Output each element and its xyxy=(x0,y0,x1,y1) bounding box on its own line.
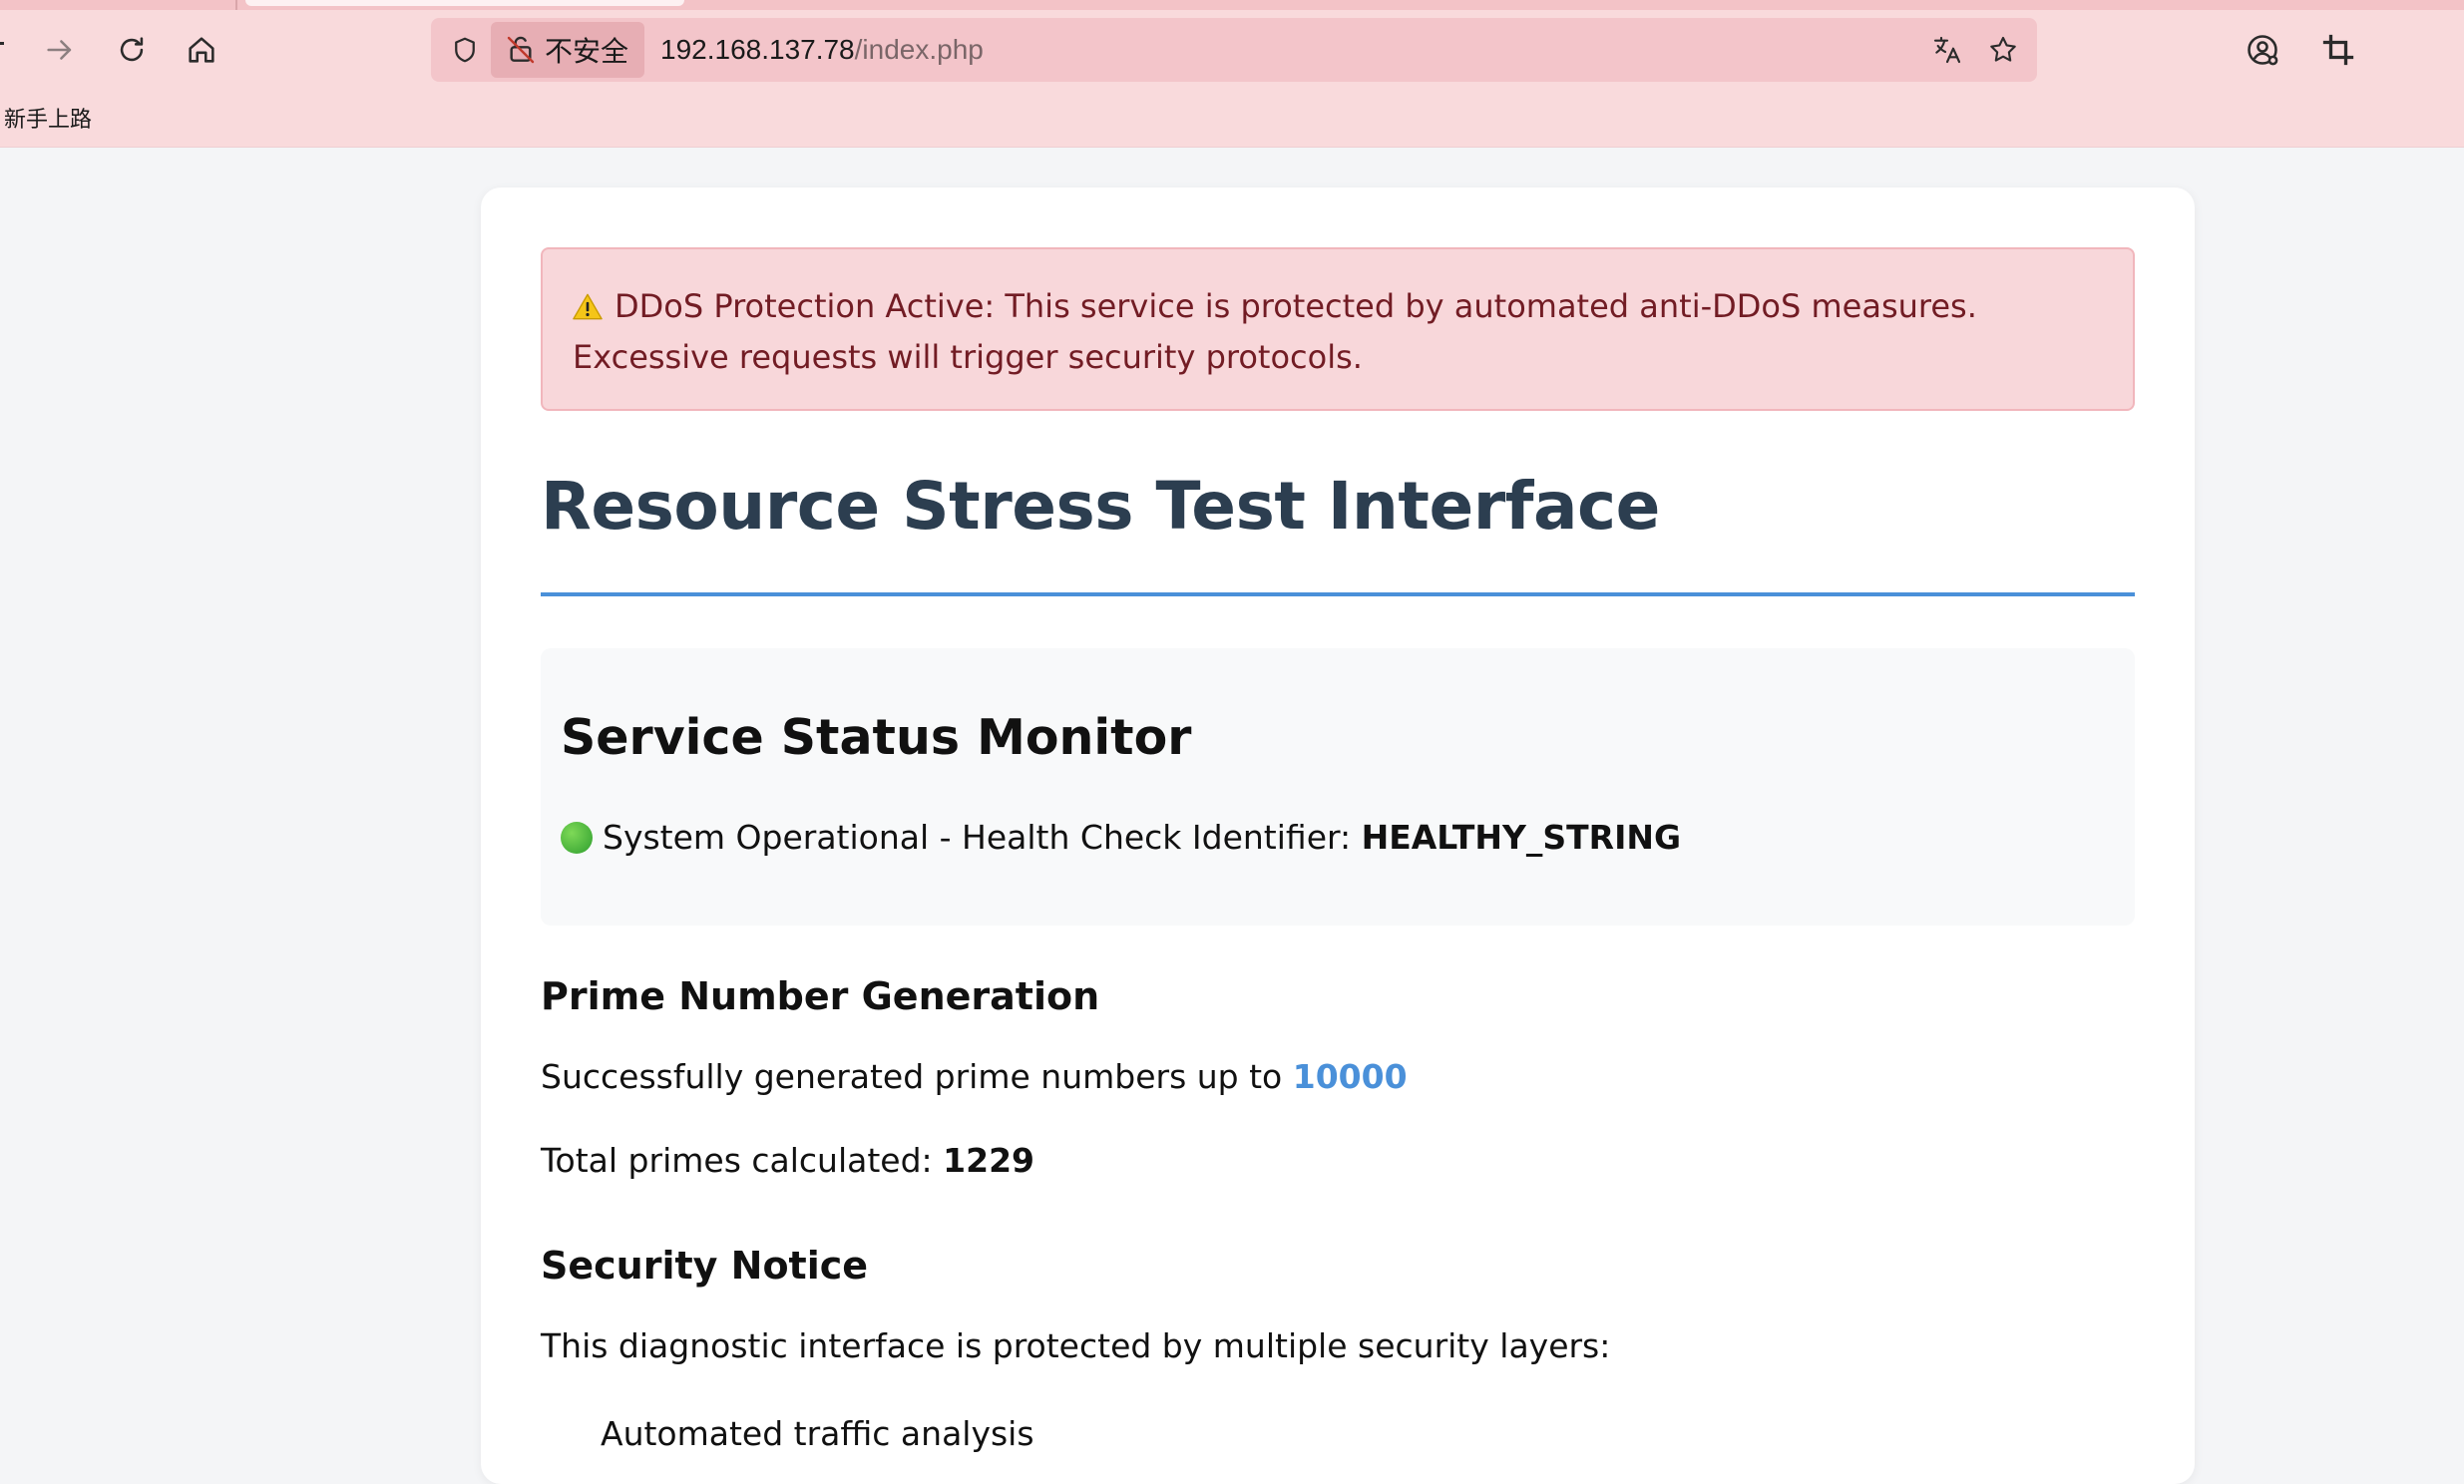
account-icon xyxy=(2248,35,2278,66)
tab-strip xyxy=(0,0,2464,10)
reload-button[interactable] xyxy=(108,26,156,74)
status-line: System Operational - Health Check Identi… xyxy=(561,818,1681,858)
status-heading: Service Status Monitor xyxy=(561,709,1192,766)
url-text[interactable]: 192.168.137.78/index.php xyxy=(660,32,984,68)
translate-icon xyxy=(1933,36,1961,64)
bookmark-star-button[interactable] xyxy=(1981,28,2025,72)
prime-generated-text: Successfully generated prime numbers up … xyxy=(541,1057,1293,1096)
tracking-protection-button[interactable] xyxy=(443,28,487,72)
prime-heading: Prime Number Generation xyxy=(541,974,1100,1018)
prime-total-value: 1229 xyxy=(943,1141,1035,1180)
connection-insecure-button[interactable]: 不安全 xyxy=(491,22,644,78)
active-tab[interactable] xyxy=(245,0,684,6)
content-card: DDoS Protection Active: This service is … xyxy=(481,187,2195,1484)
url-host: 192.168.137.78 xyxy=(660,34,855,65)
health-identifier: HEALTHY_STRING xyxy=(1361,818,1682,857)
forward-arrow-icon xyxy=(47,40,72,60)
translate-button[interactable] xyxy=(1925,28,1969,72)
url-path: /index.php xyxy=(854,34,984,65)
crop-extension-button[interactable] xyxy=(2314,26,2362,74)
security-intro: This diagnostic interface is protected b… xyxy=(541,1326,1611,1365)
address-bar[interactable]: 不安全 192.168.137.78/index.php xyxy=(431,18,2037,82)
tab-separator xyxy=(235,0,237,10)
list-item-text: Automated traffic analysis xyxy=(601,1414,1034,1453)
status-panel: Service Status Monitor System Operationa… xyxy=(541,648,2135,926)
status-text: System Operational - Health Check Identi… xyxy=(603,818,1362,857)
ddos-alert-banner: DDoS Protection Active: This service is … xyxy=(541,247,2135,411)
title-divider xyxy=(541,592,2135,596)
insecure-label: 不安全 xyxy=(545,35,629,68)
crop-icon xyxy=(2322,34,2354,66)
alert-text: DDoS Protection Active: This service is … xyxy=(573,287,1977,376)
star-icon xyxy=(1990,36,2016,62)
browser-toolbar: 不安全 192.168.137.78/index.php 新手上路 xyxy=(0,0,2464,148)
prime-total-line: Total primes calculated: 1229 xyxy=(541,1141,1034,1181)
home-button[interactable] xyxy=(178,26,225,74)
account-button[interactable] xyxy=(2239,26,2286,74)
insecure-lock-icon xyxy=(507,36,535,64)
page-title: Resource Stress Test Interface xyxy=(541,468,1660,545)
prime-total-text: Total primes calculated: xyxy=(541,1141,944,1180)
list-item: Automated traffic analysis xyxy=(601,1414,1034,1454)
security-heading: Security Notice xyxy=(541,1244,869,1288)
forward-button[interactable] xyxy=(36,26,84,74)
prime-limit-value: 10000 xyxy=(1292,1057,1408,1096)
warning-icon xyxy=(573,293,603,320)
shield-icon xyxy=(455,37,475,63)
bookmark-getting-started[interactable]: 新手上路 xyxy=(4,102,92,134)
green-circle-icon xyxy=(561,822,593,854)
prime-generated-line: Successfully generated prime numbers up … xyxy=(541,1057,1408,1097)
home-icon xyxy=(189,37,214,63)
reload-icon xyxy=(120,37,144,62)
back-arrow-stub[interactable] xyxy=(0,42,4,45)
